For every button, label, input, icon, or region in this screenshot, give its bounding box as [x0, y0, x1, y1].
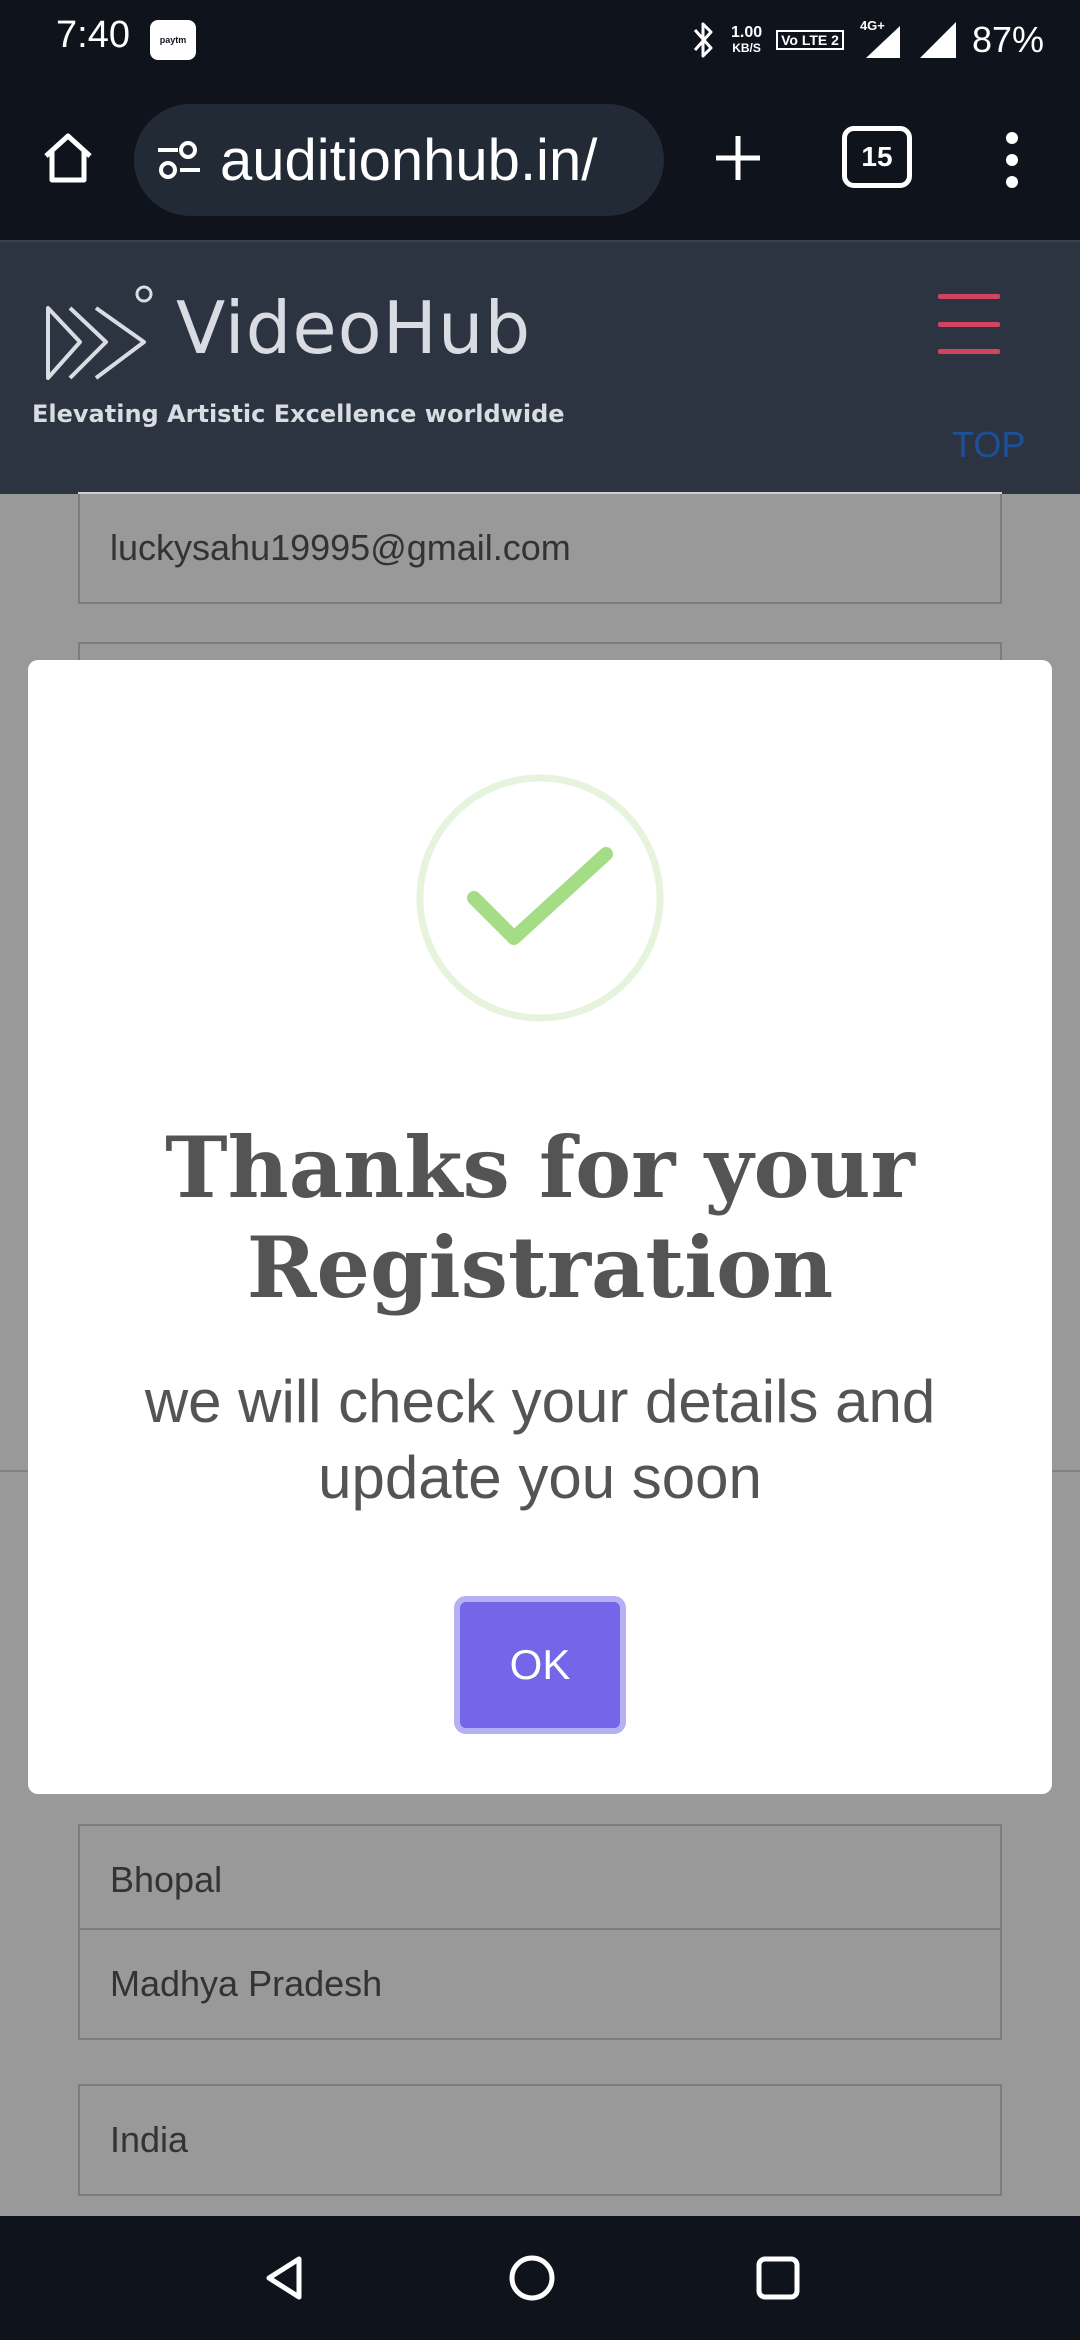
home-button[interactable] [30, 120, 106, 196]
network-type: 4G+ [858, 18, 904, 60]
network-speed-value: 1.00 [730, 24, 763, 41]
back-icon [266, 2256, 302, 2300]
home-circle-icon [509, 2255, 555, 2301]
home-icon [44, 133, 92, 183]
more-vert-icon[interactable] [990, 120, 1034, 200]
site-logo-text[interactable]: VideoHub [176, 286, 531, 370]
success-modal: Thanks for your Registration we will che… [28, 660, 1052, 1794]
paytm-notification-icon: paytm [150, 20, 196, 60]
system-nav-bar [0, 2216, 1080, 2340]
top-link[interactable]: TOP [952, 424, 1025, 466]
signal-icon [919, 22, 956, 58]
bluetooth-icon [693, 22, 713, 58]
url-text[interactable]: auditionhub.in/ [220, 127, 597, 194]
site-header: VideoHub Elevating Artistic Excellence w… [0, 240, 1080, 494]
site-tagline: Elevating Artistic Excellence worldwide [32, 400, 565, 428]
modal-message: we will check your details and update yo… [144, 1368, 936, 1511]
home-nav-button[interactable] [502, 2248, 562, 2308]
plus-icon [716, 136, 760, 180]
back-button[interactable] [254, 2248, 314, 2308]
recents-icon [756, 2256, 800, 2300]
videohub-logo-icon[interactable] [40, 282, 160, 392]
signal-icon [865, 26, 900, 58]
status-indicators: 1.00 KB/S Vo LTE 2 4G+ 87% [691, 14, 1044, 66]
network-speed-unit: KB/S [732, 41, 761, 55]
modal-title: Thanks for your Registration [165, 1118, 915, 1317]
recents-button[interactable] [748, 2248, 808, 2308]
tab-switcher-button[interactable]: 15 [842, 126, 912, 188]
network-speed: 1.00 KB/S [730, 24, 763, 56]
checkmark-icon [416, 774, 664, 1022]
status-bar: 7:40 paytm 1.00 KB/S Vo LTE 2 4G+ 87% [0, 0, 1080, 80]
hamburger-menu-icon[interactable] [938, 294, 1000, 354]
address-bar[interactable]: auditionhub.in/ [134, 104, 664, 216]
site-settings-icon[interactable] [156, 140, 202, 180]
battery-level: 87% [971, 19, 1044, 60]
status-time: 7:40 [56, 14, 130, 56]
new-tab-button[interactable] [700, 120, 776, 196]
volte-badge: Vo LTE 2 [776, 30, 844, 50]
browser-toolbar: auditionhub.in/ 15 [0, 80, 1080, 240]
ok-button[interactable]: OK [454, 1596, 626, 1734]
